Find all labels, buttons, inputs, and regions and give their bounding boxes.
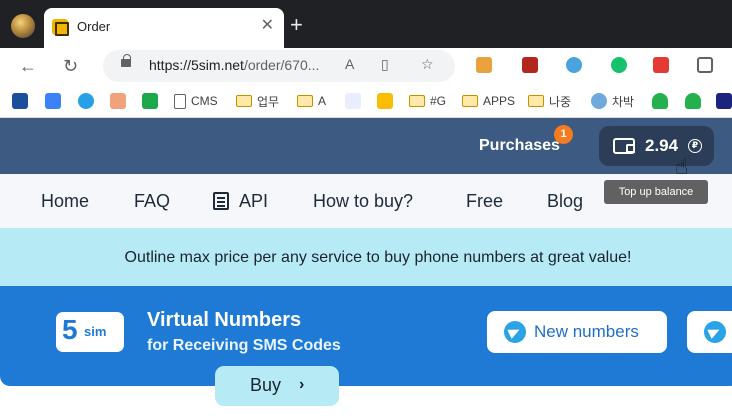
immersive-reader-icon[interactable]: ▯ xyxy=(381,56,389,73)
address-bar-row: ← ↻ https://5sim.net/order/670... A ▯ ☆ xyxy=(0,48,732,84)
bookmark-folder-work[interactable]: 업무 xyxy=(236,92,279,110)
purchases-link[interactable]: Purchases xyxy=(479,137,560,155)
browser-tab-order[interactable]: Order ✕ xyxy=(44,8,284,48)
top-up-tooltip: Top up balance xyxy=(604,180,708,204)
site-header: Purchases 1 2.94 ₽ xyxy=(0,118,732,174)
bookmark-w-icon[interactable] xyxy=(45,92,61,110)
read-aloud-icon[interactable]: A xyxy=(345,56,354,72)
purchases-count-badge: 1 xyxy=(554,125,573,144)
browser-tab-bar: Order ✕ + xyxy=(0,0,732,48)
extension-youtube-icon[interactable] xyxy=(653,57,669,73)
lock-icon xyxy=(121,54,131,67)
promo-banner: Outline max price per any service to buy… xyxy=(0,228,732,286)
bookmark-t-icon[interactable] xyxy=(78,92,94,110)
chevron-right-icon: › xyxy=(299,376,305,393)
folder-icon xyxy=(236,95,252,107)
bookmark-green-icon[interactable] xyxy=(142,92,158,110)
new-numbers-button[interactable]: New numbers xyxy=(487,311,667,353)
extensions-puzzle-icon[interactable] xyxy=(697,57,713,73)
folder-icon xyxy=(528,95,544,107)
bookmark-mail-icon[interactable] xyxy=(110,92,126,110)
favorite-star-icon[interactable]: ☆ xyxy=(421,56,434,73)
bookmark-folder-g[interactable]: #G xyxy=(409,92,446,110)
extension-loading-icon[interactable] xyxy=(566,57,582,73)
bookmark-camping[interactable]: 차박 xyxy=(591,92,634,110)
back-arrow-icon[interactable]: ← xyxy=(19,54,37,78)
nav-free[interactable]: Free xyxy=(466,191,503,212)
nav-blog[interactable]: Blog xyxy=(547,191,583,212)
hero-title: Virtual Numbers xyxy=(147,309,302,331)
new-tab-button[interactable]: + xyxy=(290,14,303,36)
bookmark-shield-icon[interactable] xyxy=(377,92,393,110)
telegram-icon xyxy=(504,321,526,343)
telegram-icon xyxy=(704,321,726,343)
nav-faq[interactable]: FAQ xyxy=(134,191,170,212)
wallet-icon xyxy=(613,138,635,154)
nav-how-to-buy[interactable]: How to buy? xyxy=(313,191,413,212)
bookmark-folder-apps[interactable]: APPS xyxy=(462,92,515,110)
bookmark-folder-a[interactable]: A xyxy=(297,92,326,110)
folder-icon xyxy=(297,95,313,107)
ruble-icon: ₽ xyxy=(688,139,702,153)
hand-cursor-icon: ☝ xyxy=(675,154,689,179)
profile-avatar[interactable] xyxy=(11,14,35,38)
nav-api[interactable]: API xyxy=(213,191,268,212)
balance-button[interactable]: 2.94 ₽ xyxy=(599,126,714,166)
telegram-button[interactable] xyxy=(687,311,732,353)
extension-grammarly-icon[interactable] xyxy=(611,57,627,73)
reload-icon[interactable]: ↻ xyxy=(63,54,78,78)
extension-fox-icon[interactable] xyxy=(476,57,492,73)
bookmark-home-icon[interactable] xyxy=(12,92,28,110)
url-text: https://5sim.net/order/670... xyxy=(149,57,320,73)
document-icon xyxy=(213,192,229,210)
order-favicon-icon xyxy=(52,19,69,36)
buy-button[interactable]: Buy › xyxy=(215,366,339,406)
tab-title: Order xyxy=(77,19,111,34)
bookmark-cup-icon[interactable] xyxy=(652,92,668,110)
bookmark-cms[interactable]: CMS xyxy=(174,92,218,110)
bookmark-tk-icon[interactable] xyxy=(716,92,732,110)
folder-icon xyxy=(409,95,425,107)
url-input[interactable]: https://5sim.net/order/670... A ▯ ☆ xyxy=(103,50,455,82)
hero-subtitle: for Receiving SMS Codes xyxy=(147,337,341,354)
close-icon[interactable]: ✕ xyxy=(261,16,274,36)
bookmarks-bar: CMS 업무 A #G APPS 나중 차박 xyxy=(0,84,732,118)
extension-ublock-icon[interactable] xyxy=(522,57,538,73)
folder-icon xyxy=(462,95,478,107)
nav-home[interactable]: Home xyxy=(41,191,89,212)
bookmark-cup2-icon[interactable] xyxy=(685,92,701,110)
bookmark-folder-later[interactable]: 나중 xyxy=(528,92,571,110)
5sim-logo[interactable]: 5 sim xyxy=(56,312,124,352)
promo-text: Outline max price per any service to buy… xyxy=(124,249,632,266)
balance-amount: 2.94 xyxy=(645,136,679,155)
bookmark-q-icon[interactable] xyxy=(345,92,361,110)
document-icon xyxy=(174,93,186,109)
hero-section: 5 sim Virtual Numbers for Receiving SMS … xyxy=(0,286,732,386)
